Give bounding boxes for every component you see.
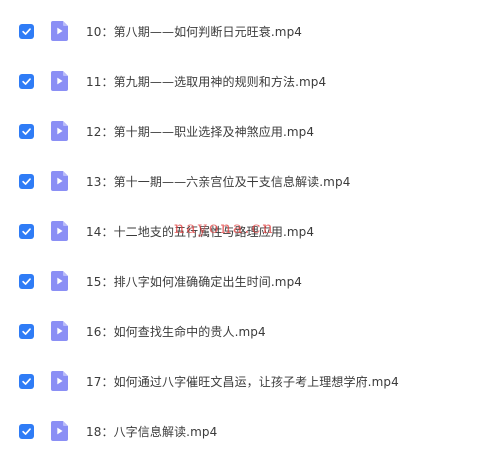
file-row[interactable]: 14：十二地支的五行属性与路理应用.mp4 xyxy=(0,206,489,256)
video-file-icon xyxy=(51,21,68,41)
video-file-icon xyxy=(51,321,68,341)
file-name: 15：排八字如何准确确定出生时间.mp4 xyxy=(86,274,303,289)
file-checkbox[interactable] xyxy=(19,373,34,389)
file-list: 10：第八期——如何判断日元旺衰.mp4 11：第九期——选取用神的规则和方法.… xyxy=(0,0,489,453)
file-name: 13：第十一期——六亲宫位及干支信息解读.mp4 xyxy=(86,174,351,189)
checkmark-icon xyxy=(22,327,31,335)
file-name: 12：第十期——职业选择及神煞应用.mp4 xyxy=(86,124,315,139)
file-row[interactable]: 18：八字信息解读.mp4 xyxy=(0,406,489,456)
file-name: 18：八字信息解读.mp4 xyxy=(86,424,218,439)
checkmark-icon xyxy=(22,127,31,135)
file-row[interactable]: 15：排八字如何准确确定出生时间.mp4 xyxy=(0,256,489,306)
file-checkbox[interactable] xyxy=(19,323,34,339)
file-checkbox[interactable] xyxy=(19,273,34,289)
checkmark-icon xyxy=(22,377,31,385)
file-checkbox[interactable] xyxy=(19,423,34,439)
file-row[interactable]: 12：第十期——职业选择及神煞应用.mp4 xyxy=(0,106,489,156)
file-checkbox[interactable] xyxy=(19,173,34,189)
checkmark-icon xyxy=(22,277,31,285)
checkmark-icon xyxy=(22,77,31,85)
video-file-icon xyxy=(51,421,68,441)
file-row[interactable]: 10：第八期——如何判断日元旺衰.mp4 xyxy=(0,6,489,56)
file-row[interactable]: 17：如何通过八字催旺文昌运，让孩子考上理想学府.mp4 xyxy=(0,356,489,406)
video-file-icon xyxy=(51,271,68,291)
video-file-icon xyxy=(51,371,68,391)
checkmark-icon xyxy=(22,227,31,235)
file-name: 17：如何通过八字催旺文昌运，让孩子考上理想学府.mp4 xyxy=(86,374,399,389)
file-name: 11：第九期——选取用神的规则和方法.mp4 xyxy=(86,74,327,89)
file-name: 10：第八期——如何判断日元旺衰.mp4 xyxy=(86,24,303,39)
file-row[interactable]: 11：第九期——选取用神的规则和方法.mp4 xyxy=(0,56,489,106)
checkmark-icon xyxy=(22,427,31,435)
checkmark-icon xyxy=(22,27,31,35)
video-file-icon xyxy=(51,121,68,141)
video-file-icon xyxy=(51,171,68,191)
file-checkbox[interactable] xyxy=(19,23,34,39)
file-row[interactable]: 13：第十一期——六亲宫位及干支信息解读.mp4 xyxy=(0,156,489,206)
file-checkbox[interactable] xyxy=(19,123,34,139)
file-row[interactable]: 16：如何查找生命中的贵人.mp4 xyxy=(0,306,489,356)
video-file-icon xyxy=(51,221,68,241)
video-file-icon xyxy=(51,71,68,91)
checkmark-icon xyxy=(22,177,31,185)
file-name: 14：十二地支的五行属性与路理应用.mp4 xyxy=(86,224,315,239)
file-name: 16：如何查找生命中的贵人.mp4 xyxy=(86,324,266,339)
file-checkbox[interactable] xyxy=(19,73,34,89)
file-checkbox[interactable] xyxy=(19,223,34,239)
